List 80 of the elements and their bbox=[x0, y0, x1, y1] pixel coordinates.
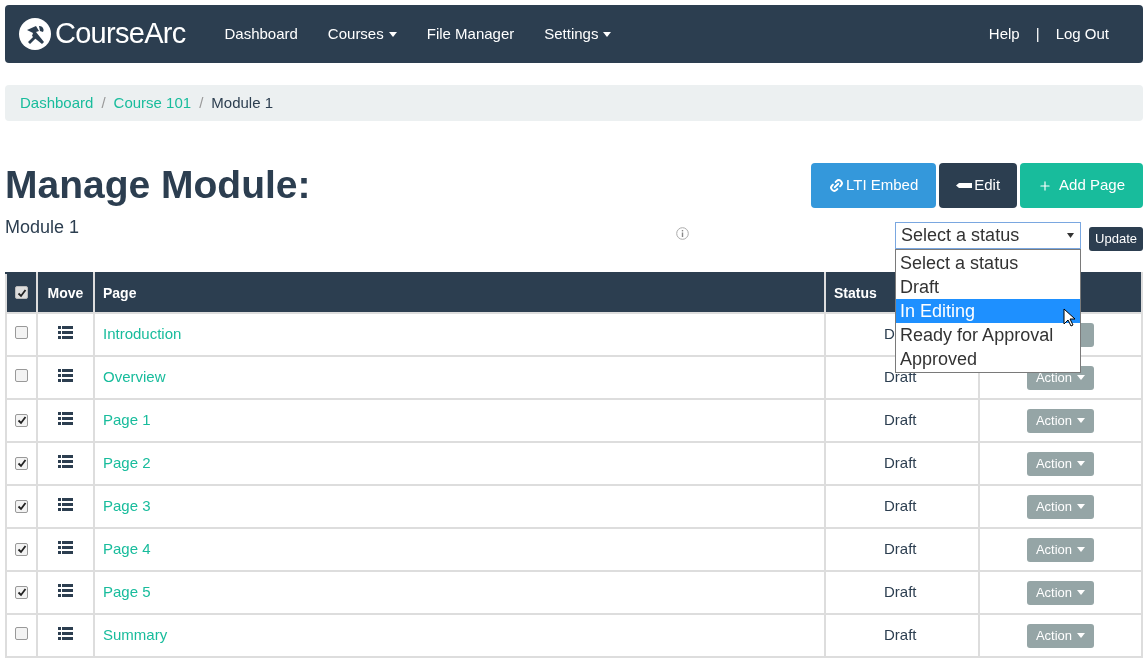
nav-link[interactable]: Settings bbox=[529, 22, 627, 46]
brand-logo[interactable]: CourseArc bbox=[55, 12, 186, 56]
page-link[interactable]: Page 3 bbox=[103, 497, 151, 515]
status-text: Draft bbox=[884, 454, 917, 472]
nav-link[interactable]: Courses bbox=[312, 22, 412, 46]
status-text: D bbox=[884, 325, 895, 343]
caret-icon bbox=[603, 31, 612, 37]
caret-icon bbox=[1077, 461, 1086, 466]
action-button[interactable]: Action bbox=[1027, 623, 1094, 648]
list-icon[interactable] bbox=[58, 498, 73, 512]
checkbox[interactable] bbox=[15, 456, 28, 470]
checkbox[interactable] bbox=[15, 499, 28, 513]
status-text: Draft bbox=[884, 497, 917, 515]
status-text: Draft bbox=[884, 626, 917, 644]
dropdown-option[interactable]: Ready for Approval bbox=[896, 323, 1081, 347]
nav-link[interactable]: Help bbox=[984, 22, 1024, 46]
info-icon[interactable] bbox=[676, 227, 689, 240]
page-link[interactable]: Page 1 bbox=[103, 411, 151, 429]
status-select[interactable]: Select a status bbox=[895, 222, 1082, 249]
toolbar-button[interactable]: LTI Embed bbox=[811, 163, 937, 208]
logo-icon bbox=[19, 18, 51, 50]
column-header: Page bbox=[94, 273, 825, 313]
plus-icon bbox=[1038, 178, 1053, 193]
action-button[interactable]: Action bbox=[1027, 451, 1094, 476]
nav-link[interactable]: Log Out bbox=[1051, 22, 1113, 46]
current-page-label: Module 1 bbox=[211, 92, 273, 113]
nav-link[interactable]: File Manager bbox=[411, 22, 530, 46]
breadcrumb-separator: / bbox=[198, 92, 205, 113]
dropdown-option[interactable]: Draft bbox=[896, 275, 1081, 299]
toolbar-button[interactable]: Edit bbox=[939, 163, 1018, 208]
status-text: Draft bbox=[884, 583, 917, 601]
checkbox[interactable] bbox=[15, 286, 28, 299]
page-link[interactable]: Summary bbox=[103, 626, 168, 644]
checkbox[interactable] bbox=[15, 369, 28, 383]
status-text: Draft bbox=[884, 368, 917, 386]
list-icon[interactable] bbox=[58, 412, 73, 426]
column-header: Move bbox=[37, 273, 94, 313]
checkbox[interactable] bbox=[15, 542, 28, 556]
page-title: Manage Module: bbox=[5, 162, 311, 208]
breadcrumb-separator: / bbox=[100, 92, 107, 113]
caret-icon bbox=[1077, 418, 1086, 423]
page-link[interactable]: Overview bbox=[103, 368, 166, 386]
toolbar-button[interactable]: Add Page bbox=[1020, 163, 1143, 208]
dropdown-arrow-icon bbox=[1067, 233, 1075, 238]
checkbox[interactable] bbox=[15, 413, 28, 427]
caret-icon bbox=[1077, 590, 1086, 595]
dropdown-option[interactable]: In Editing bbox=[896, 299, 1081, 323]
list-icon[interactable] bbox=[58, 326, 73, 340]
list-icon[interactable] bbox=[58, 584, 73, 598]
checkbox[interactable] bbox=[15, 585, 28, 599]
caret-icon bbox=[1077, 547, 1086, 552]
action-button[interactable]: Action bbox=[1027, 580, 1094, 605]
update-button[interactable]: Update bbox=[1089, 227, 1143, 251]
caret-icon bbox=[1077, 633, 1086, 638]
breadcrumb-link[interactable]: Dashboard bbox=[20, 91, 94, 115]
caret-icon bbox=[1077, 375, 1086, 380]
status-text: Draft bbox=[884, 411, 917, 429]
checkbox[interactable] bbox=[15, 627, 28, 641]
list-icon[interactable] bbox=[58, 455, 73, 469]
pencil-icon bbox=[956, 183, 973, 188]
action-button[interactable]: Action bbox=[1027, 537, 1094, 562]
list-icon[interactable] bbox=[58, 369, 73, 383]
caret-icon bbox=[388, 31, 397, 37]
module-name: Module 1 bbox=[5, 216, 81, 239]
nav-link[interactable]: Dashboard bbox=[209, 22, 313, 46]
caret-icon bbox=[1077, 504, 1086, 509]
breadcrumb-link[interactable]: Course 101 bbox=[113, 91, 192, 115]
dropdown-option[interactable]: Select a status bbox=[896, 251, 1081, 275]
page-link[interactable]: Page 2 bbox=[103, 454, 151, 472]
list-icon[interactable] bbox=[58, 541, 73, 555]
status-text: Draft bbox=[884, 540, 917, 558]
action-button[interactable]: Action bbox=[1027, 494, 1094, 519]
cursor-icon bbox=[1063, 308, 1077, 328]
list-icon[interactable] bbox=[58, 627, 73, 641]
page-link[interactable]: Introduction bbox=[103, 325, 182, 343]
checkbox[interactable] bbox=[15, 326, 28, 340]
page-link[interactable]: Page 5 bbox=[103, 583, 151, 601]
separator: | bbox=[1034, 23, 1041, 44]
action-button[interactable]: Action bbox=[1027, 408, 1094, 433]
page-link[interactable]: Page 4 bbox=[103, 540, 151, 558]
